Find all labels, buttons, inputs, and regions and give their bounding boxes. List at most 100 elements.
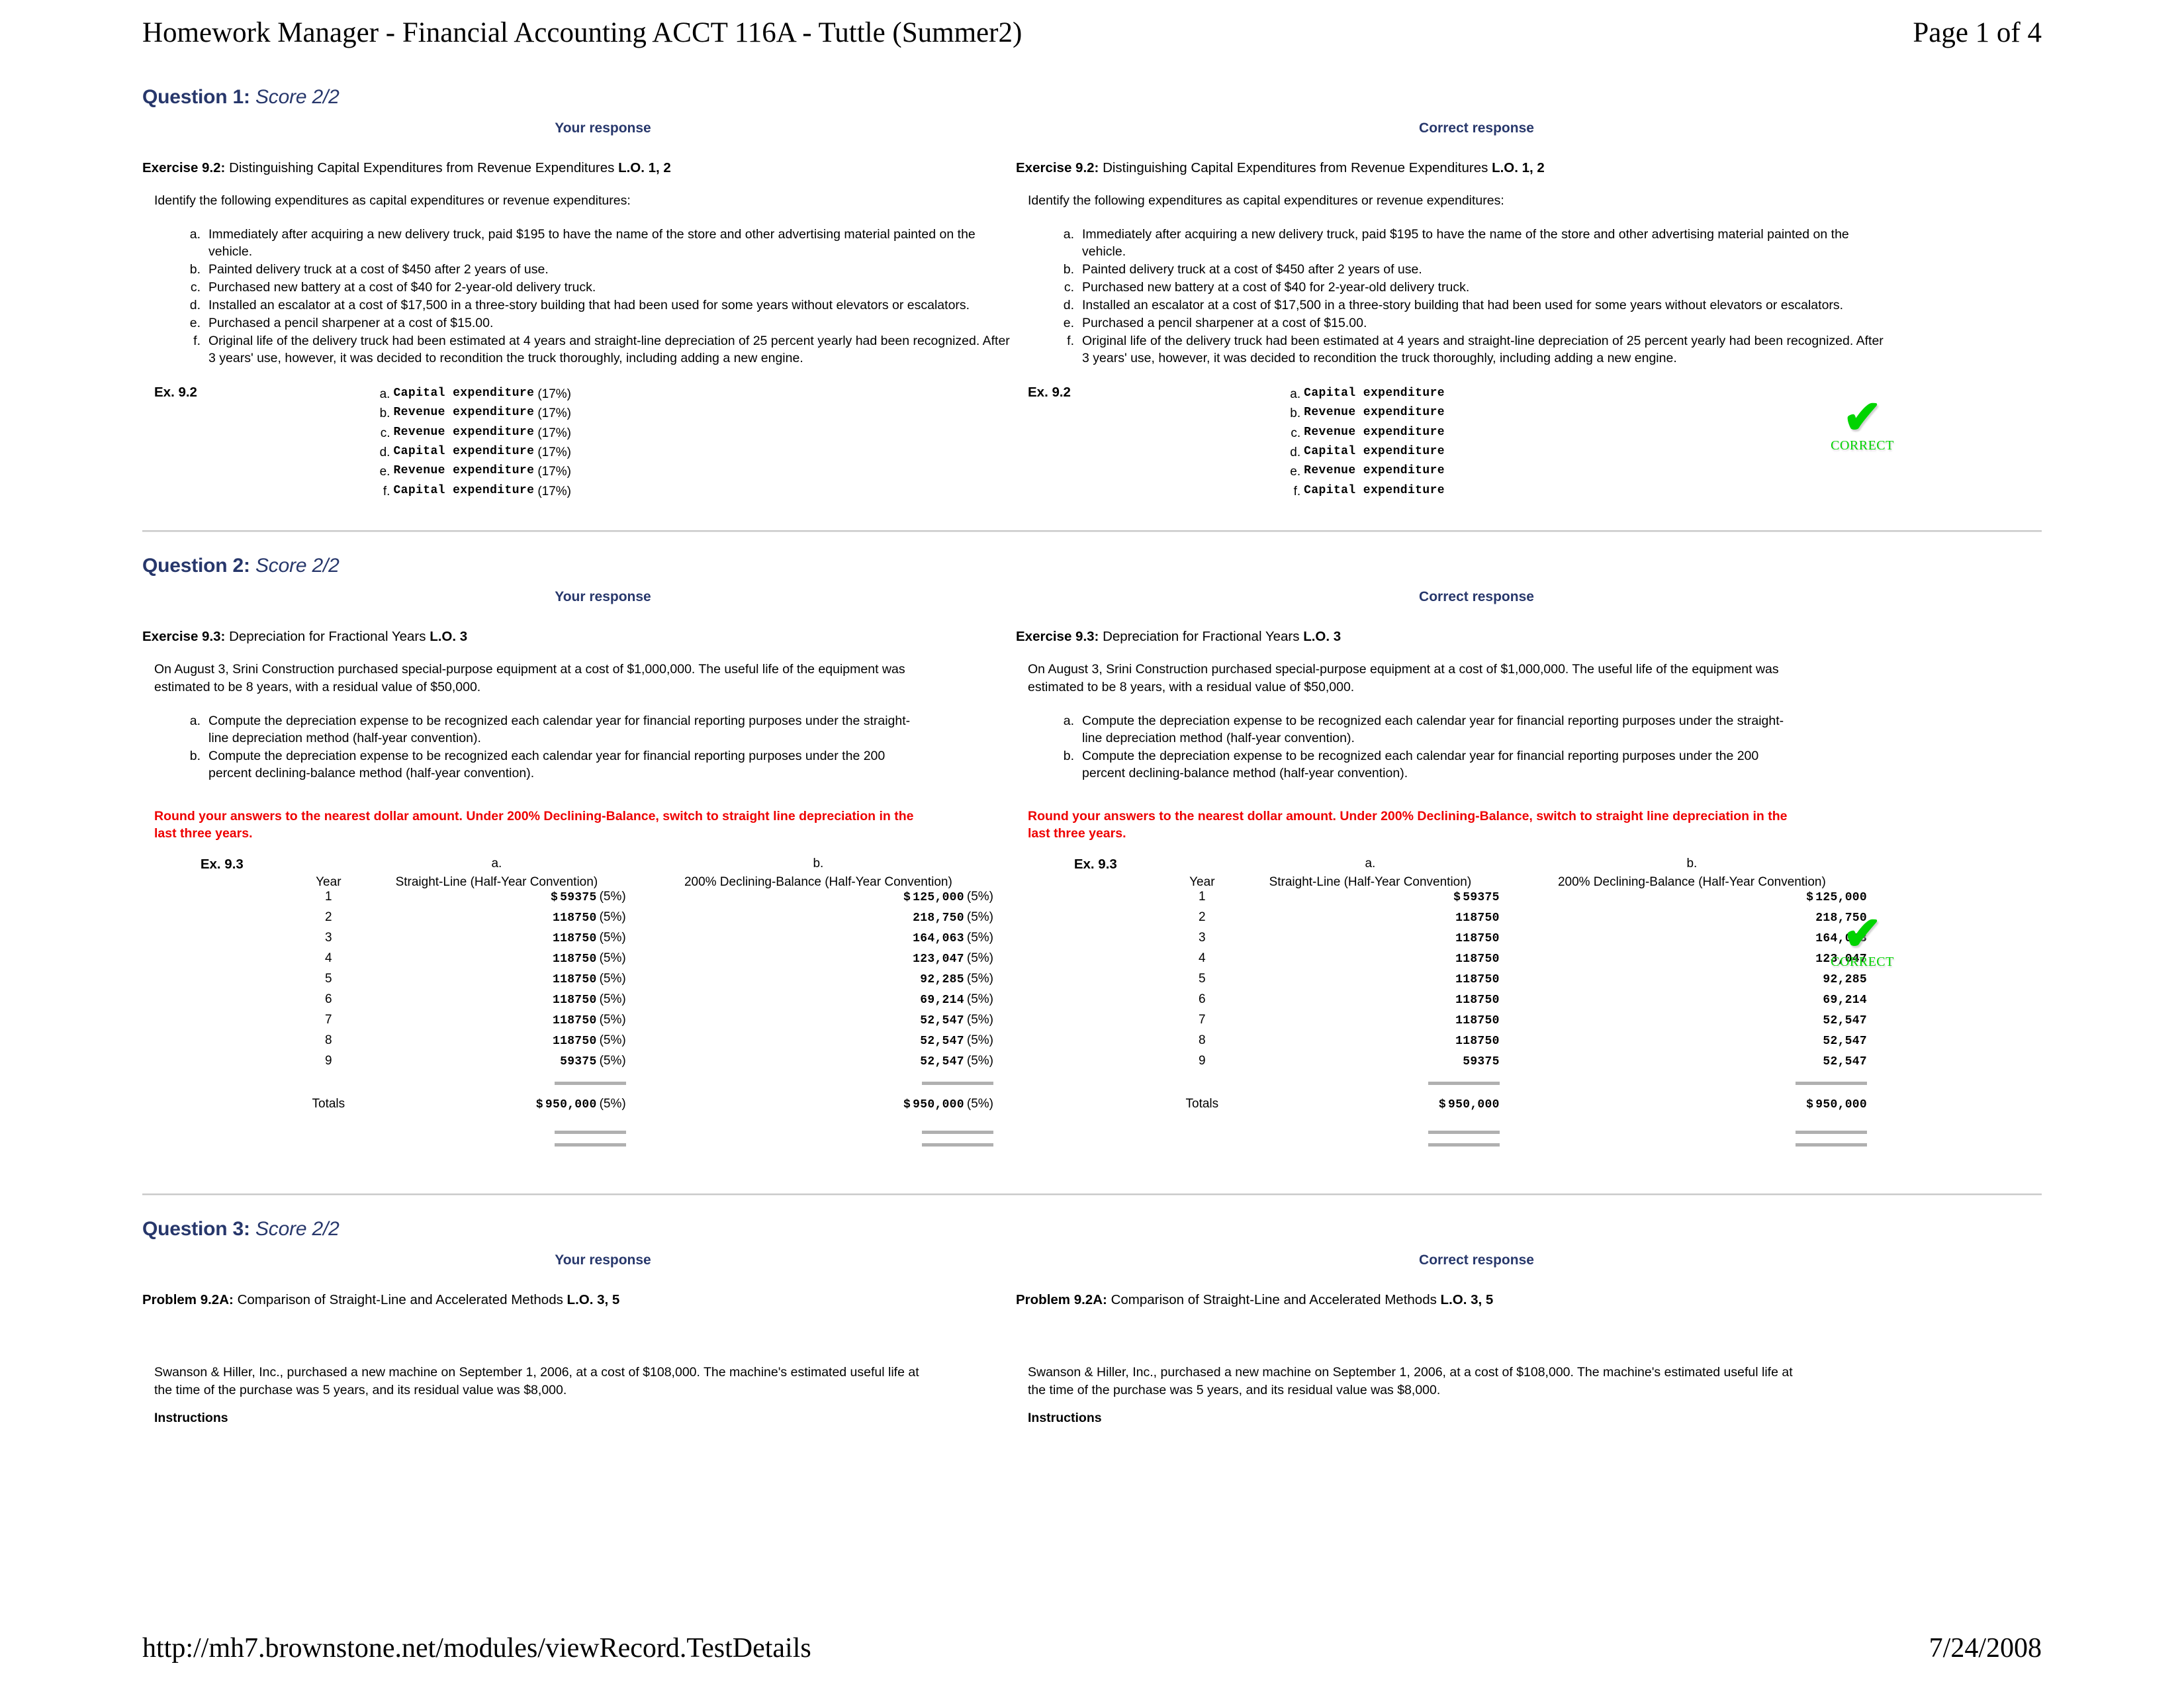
answer-value: Capital expenditure [393,445,535,458]
question-3-exercise-title: Problem 9.2A: Comparison of Straight-Lin… [142,1292,1011,1308]
question-2-exercise-name: Depreciation for Fractional Years [229,629,426,645]
column-year-header: Year [316,875,341,890]
answer-value: Revenue expenditure [1304,464,1445,478]
totals-a-dollar: $ [535,1098,543,1112]
table-totals-row: Totals $950,000 (5%) $950,000 (5%) [154,1097,1011,1123]
answer-row: f. Capital expenditure (17%) [293,482,571,501]
question-1-score: Score 2/2 [255,86,340,108]
list-item-text: Painted delivery truck at a cost of $450… [1082,262,1422,277]
answer-row: f. Capital expenditure [1167,482,1445,501]
cell-b-value: 69,214 [1823,994,1867,1008]
section-divider [142,1194,2042,1196]
question-3-instructions-heading-correct: Instructions [1028,1410,1102,1425]
question-1-heading: Question 1: Score 2/2 [142,86,2042,109]
question-3-lo: L.O. 3, 5 [567,1292,620,1308]
cell-year: 6 [1199,992,1206,1007]
question-1-intro: Identify the following expenditures as c… [154,193,631,208]
table-row: 6 118750 (5%) 69,214 (5%) [154,992,1011,1013]
cell-year: 7 [1199,1013,1206,1027]
cell-b-value: 164,063 [913,932,964,946]
totals-b-dollar: $ [1806,1098,1814,1112]
question-3-block: Question 3: Score 2/2 Your response Prob… [142,1218,2042,1427]
cell-a-weight: (5%) [599,992,626,1007]
cell-b-value: 52,547 [920,1055,964,1069]
cell-a-value: 118750 [1455,912,1500,925]
list-item-marker: b. [1063,262,1074,277]
answer-letter: c. [1291,426,1301,440]
list-item-marker: a. [189,227,201,242]
cell-a-value: 118750 [1455,1014,1500,1028]
cell-b-weight: (5%) [966,1013,993,1027]
question-1-lo-correct: L.O. 1, 2 [1492,160,1545,175]
question-3-exercise-title-correct: Problem 9.2A: Comparison of Straight-Lin… [1016,1292,1884,1308]
list-item-text: Installed an escalator at a cost of $17,… [208,298,970,312]
document-title: Homework Manager - Financial Accounting … [142,17,1023,48]
page-number: Page 1 of 4 [1913,17,2042,48]
cell-b-weight: (5%) [966,1054,993,1068]
your-response-header-q2: Your response [555,589,651,605]
question-2-answer-label-correct: Ex. 9.3 [1073,857,1117,872]
list-item-text: Installed an escalator at a cost of $17,… [1082,298,1844,312]
list-item-text: Compute the depreciation expense to be r… [1082,748,1759,780]
column-b-header: 200% Declining-Balance (Half-Year Conven… [684,875,952,890]
question-1-correct-answers: Ex. 9.2 a. Capital expenditure b. Revenue … [1016,385,1884,502]
list-item-text: Purchased a pencil sharpener at a cost o… [208,315,494,330]
question-2-label: Question 2: [142,555,250,577]
list-item: d. Installed an escalator at a cost of $1… [1052,297,1884,314]
question-2-item-list: a. Compute the depreciation expense to be… [142,713,1011,782]
page-header: Homework Manager - Financial Accounting … [0,9,2184,56]
cell-a-value: 118750 [552,953,597,966]
answer-value: Capital expenditure [1304,445,1445,458]
list-item: f. Original life of the delivery truck ha… [178,333,1011,367]
list-item: d. Installed an escalator at a cost of $1… [178,297,1011,314]
answer-value: Capital expenditure [393,386,535,400]
list-item-marker: f. [193,333,201,348]
subtotal-rule [554,1082,626,1086]
totals-a-value: 950,000 [545,1098,597,1112]
total-rule-bottom [1796,1143,1867,1147]
answer-value: Revenue expenditure [393,464,535,478]
list-item: c. Purchased new battery at a cost of $40… [1052,279,1884,297]
question-1-answer-label: Ex. 9.2 [154,384,197,400]
total-rule-bottom [554,1143,626,1147]
cell-a-value: 118750 [1455,994,1500,1008]
footer-date: 7/24/2008 [1929,1633,2042,1664]
question-2-item-list-correct: a. Compute the depreciation expense to be… [1016,713,1884,782]
question-3-problem-label: Problem 9.2A: [142,1292,234,1308]
cell-b-value: 52,547 [1823,1035,1867,1049]
answer-row: b. Revenue expenditure (17%) [293,404,571,423]
cell-a-weight: (5%) [599,931,626,945]
question-1-exercise-name-correct: Distinguishing Capital Expenditures from… [1103,160,1488,175]
cell-a-value: 118750 [1455,953,1500,966]
cell-b-value: 218,750 [913,912,964,925]
cell-a-value: 118750 [552,994,597,1008]
correct-badge: ✔ CORRECT [1813,912,1912,970]
column-b-header-correct: 200% Declining-Balance (Half-Year Conven… [1557,875,1826,890]
table-rule-row [154,1123,1011,1143]
question-3-intro-correct: Swanson & Hiller, Inc., purchased a new … [1028,1365,1793,1397]
question-1-exercise-title: Exercise 9.2: Distinguishing Capital Exp… [142,160,1011,176]
cell-a-value: 118750 [552,932,597,946]
cell-year: 1 [1199,890,1206,904]
totals-a-value: 950,000 [1448,1098,1500,1112]
list-item: a. Compute the depreciation expense to be… [178,713,926,747]
cell-b-weight: (5%) [966,972,993,986]
answer-value: Revenue expenditure [1304,406,1445,420]
cell-year: 6 [325,992,332,1007]
total-rule-top [922,1131,993,1135]
list-item-text: Compute the depreciation expense to be r… [1082,713,1784,745]
question-1-intro-correct: Identify the following expenditures as c… [1028,193,1504,208]
cell-b-value: 52,547 [920,1035,964,1049]
answer-row: d. Capital expenditure (17%) [293,443,571,462]
question-2-warning-correct: Round your answers to the nearest dollar… [1028,808,1788,841]
cell-year: 4 [1199,951,1206,966]
question-1-label: Question 1: [142,86,250,108]
cell-year: 9 [1199,1054,1206,1068]
list-item-text: Purchased a pencil sharpener at a cost o… [1082,315,1367,330]
answer-value: Capital expenditure [393,483,535,497]
list-item-text: Compute the depreciation expense to be r… [208,713,911,745]
document-content: Question 1: Score 2/2 Your response Exer… [142,64,2042,1614]
answer-row: c. Revenue expenditure [1167,424,1445,443]
question-1-block: Question 1: Score 2/2 Your response Exer… [142,86,2042,501]
table-row: 2 118750 (5%) 218,750 (5%) [154,910,1011,931]
